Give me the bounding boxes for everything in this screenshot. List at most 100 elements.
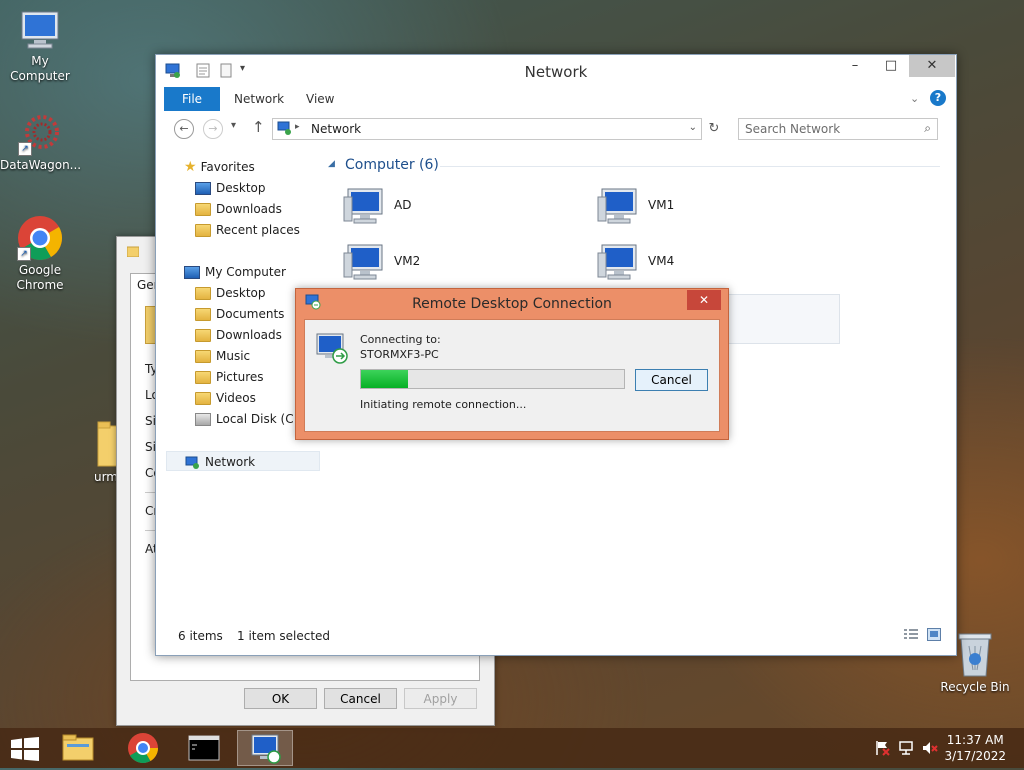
apply-button[interactable]: Apply [404, 688, 477, 709]
connection-progress-bar [360, 369, 625, 389]
status-selected-count: 1 item selected [237, 629, 331, 643]
nav-label: Videos [216, 391, 256, 405]
dialog-close-button[interactable]: ✕ [687, 290, 721, 310]
nav-label: Desktop [216, 286, 266, 300]
group-divider [440, 166, 940, 167]
desktop-icon-my-computer[interactable]: My Computer [0, 10, 80, 84]
taskbar-chrome[interactable] [115, 730, 171, 766]
up-arrow-icon[interactable]: ↑ [252, 118, 265, 136]
desktop-icon-datawagon[interactable]: ↗ DataWagon... [0, 112, 82, 173]
clock-date: 3/17/2022 [944, 749, 1006, 763]
music-folder-icon [195, 350, 211, 363]
chrome-icon [128, 733, 158, 764]
computer-icon [18, 10, 62, 52]
desktop-icon-label: Recycle Bin [940, 680, 1010, 694]
desktop-icon-google-chrome[interactable]: ↗ Google Chrome [0, 215, 80, 293]
recent-locations-icon[interactable]: ▾ [231, 120, 236, 131]
cancel-connection-button[interactable]: Cancel [635, 369, 708, 391]
tab-network[interactable]: Network [234, 87, 284, 111]
nav-label: Favorites [200, 160, 255, 174]
remote-desktop-dialog[interactable]: Remote Desktop Connection ✕ Connecting t… [295, 288, 729, 440]
nav-my-computer[interactable]: My Computer [184, 262, 286, 282]
action-center-flag-icon[interactable] [874, 740, 890, 756]
search-icon[interactable]: ⌕ [924, 121, 931, 136]
collapse-group-icon[interactable]: ◢ [328, 159, 335, 169]
cancel-button[interactable]: Cancel [324, 688, 397, 709]
desktop-icon-label: Google Chrome [16, 263, 64, 292]
help-icon[interactable]: ? [930, 90, 946, 106]
desktop-icon [195, 182, 211, 195]
tab-file[interactable]: File [164, 87, 220, 111]
nav-favorites-recent[interactable]: Recent places [195, 220, 300, 240]
star-icon: ★ [184, 159, 197, 175]
shortcut-arrow-icon: ↗ [17, 247, 31, 261]
computer-item-vm4[interactable]: VM4 [596, 241, 816, 287]
progress-fill [361, 370, 409, 388]
forward-button[interactable]: → [203, 119, 223, 139]
large-icons-view-icon[interactable] [927, 628, 941, 641]
expand-ribbon-icon[interactable]: ⌄ [910, 87, 919, 111]
refresh-icon[interactable]: ↻ [704, 119, 724, 139]
nav-local-disk[interactable]: Local Disk (C:) [195, 409, 302, 429]
taskbar: 11:37 AM 3/17/2022 [0, 728, 1024, 768]
documents-folder-icon [195, 308, 211, 321]
computer-item-vm2[interactable]: VM2 [342, 241, 562, 287]
address-bar[interactable]: ▸ Network ⌄ [272, 118, 702, 140]
nav-desktop[interactable]: Desktop [195, 283, 266, 303]
search-input[interactable]: Search Network ⌕ [738, 118, 938, 140]
nav-favorites[interactable]: ★ Favorites [184, 157, 255, 177]
taskbar-command-prompt[interactable] [176, 730, 232, 766]
ribbon-tabs: File Network View ⌄ ? [164, 87, 950, 111]
desktop-folder-icon [195, 287, 211, 300]
folder-icon [126, 245, 140, 258]
nav-downloads[interactable]: Downloads [195, 325, 282, 345]
dialog-title: Remote Desktop Connection [412, 296, 612, 312]
network-icon [185, 456, 200, 470]
nav-favorites-desktop[interactable]: Desktop [195, 178, 266, 198]
start-button[interactable] [11, 737, 39, 761]
computer-icon [184, 266, 200, 279]
back-button[interactable]: ← [174, 119, 194, 139]
nav-network[interactable]: Network [166, 451, 320, 471]
computer-label: AD [394, 198, 412, 212]
network-status-icon[interactable] [898, 740, 914, 756]
datawagon-icon: ↗ [18, 112, 62, 156]
computer-item-ad[interactable]: AD [342, 185, 562, 231]
nav-pictures[interactable]: Pictures [195, 367, 264, 387]
nav-label: Desktop [216, 181, 266, 195]
nav-documents[interactable]: Documents [195, 304, 284, 324]
desktop-icon-label: DataWagon... [0, 158, 82, 172]
nav-label: Recent places [216, 223, 300, 237]
tab-view[interactable]: View [306, 87, 334, 111]
ok-button[interactable]: OK [244, 688, 317, 709]
nav-videos[interactable]: Videos [195, 388, 256, 408]
search-placeholder: Search Network [745, 122, 841, 136]
breadcrumb-network[interactable]: Network [311, 122, 361, 136]
maximize-button[interactable]: □ [876, 55, 906, 77]
connecting-to-label: Connecting to: [360, 333, 441, 346]
volume-muted-icon[interactable] [922, 740, 938, 756]
nav-label: Local Disk (C:) [216, 412, 303, 426]
recycle-bin-icon [955, 632, 995, 678]
remote-host-name: STORMXF3-PC [360, 348, 439, 361]
nav-label: My Computer [205, 265, 286, 279]
group-header[interactable]: Computer (6) [345, 157, 439, 173]
close-button[interactable]: ✕ [909, 55, 955, 77]
minimize-button[interactable]: – [840, 55, 870, 77]
computer-item-vm1[interactable]: VM1 [596, 185, 816, 231]
taskbar-file-explorer[interactable] [50, 730, 106, 766]
taskbar-remote-desktop[interactable] [237, 730, 293, 766]
nav-label: Documents [216, 307, 285, 321]
windows-logo-icon [11, 737, 39, 761]
remote-desktop-icon [315, 332, 349, 364]
address-dropdown-icon[interactable]: ⌄ [689, 122, 697, 133]
system-clock[interactable]: 11:37 AM 3/17/2022 [944, 732, 1006, 764]
title-bar[interactable]: ▾ Network – □ ✕ [156, 55, 956, 86]
downloads-folder-icon [195, 203, 211, 216]
details-view-icon[interactable] [904, 629, 918, 641]
nav-favorites-downloads[interactable]: Downloads [195, 199, 282, 219]
videos-folder-icon [195, 392, 211, 405]
computer-icon [342, 187, 388, 227]
nav-music[interactable]: Music [195, 346, 250, 366]
window-title: Network [524, 63, 588, 81]
